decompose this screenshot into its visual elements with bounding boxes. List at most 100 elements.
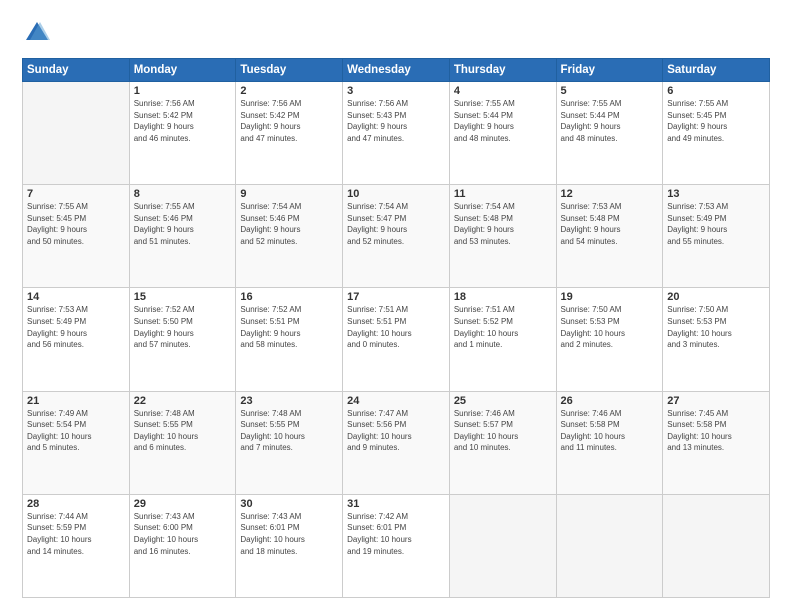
day-cell: 20Sunrise: 7:50 AM Sunset: 5:53 PM Dayli… <box>663 288 770 391</box>
day-info: Sunrise: 7:55 AM Sunset: 5:45 PM Dayligh… <box>27 201 125 247</box>
day-info: Sunrise: 7:42 AM Sunset: 6:01 PM Dayligh… <box>347 511 445 557</box>
day-info: Sunrise: 7:52 AM Sunset: 5:50 PM Dayligh… <box>134 304 232 350</box>
day-number: 25 <box>454 395 552 407</box>
day-number: 17 <box>347 291 445 303</box>
day-cell: 23Sunrise: 7:48 AM Sunset: 5:55 PM Dayli… <box>236 391 343 494</box>
day-info: Sunrise: 7:54 AM Sunset: 5:47 PM Dayligh… <box>347 201 445 247</box>
day-number: 1 <box>134 85 232 97</box>
calendar-table: SundayMondayTuesdayWednesdayThursdayFrid… <box>22 58 770 598</box>
day-cell: 8Sunrise: 7:55 AM Sunset: 5:46 PM Daylig… <box>129 185 236 288</box>
week-row-2: 7Sunrise: 7:55 AM Sunset: 5:45 PM Daylig… <box>23 185 770 288</box>
day-info: Sunrise: 7:56 AM Sunset: 5:42 PM Dayligh… <box>240 98 338 144</box>
day-number: 16 <box>240 291 338 303</box>
day-info: Sunrise: 7:43 AM Sunset: 6:00 PM Dayligh… <box>134 511 232 557</box>
day-cell: 26Sunrise: 7:46 AM Sunset: 5:58 PM Dayli… <box>556 391 663 494</box>
page: SundayMondayTuesdayWednesdayThursdayFrid… <box>0 0 792 612</box>
day-number: 24 <box>347 395 445 407</box>
day-number: 29 <box>134 498 232 510</box>
day-cell: 9Sunrise: 7:54 AM Sunset: 5:46 PM Daylig… <box>236 185 343 288</box>
day-info: Sunrise: 7:55 AM Sunset: 5:44 PM Dayligh… <box>561 98 659 144</box>
day-number: 10 <box>347 188 445 200</box>
day-cell: 29Sunrise: 7:43 AM Sunset: 6:00 PM Dayli… <box>129 494 236 597</box>
day-cell: 12Sunrise: 7:53 AM Sunset: 5:48 PM Dayli… <box>556 185 663 288</box>
day-info: Sunrise: 7:54 AM Sunset: 5:48 PM Dayligh… <box>454 201 552 247</box>
day-number: 7 <box>27 188 125 200</box>
day-info: Sunrise: 7:53 AM Sunset: 5:48 PM Dayligh… <box>561 201 659 247</box>
day-number: 18 <box>454 291 552 303</box>
day-number: 4 <box>454 85 552 97</box>
day-info: Sunrise: 7:50 AM Sunset: 5:53 PM Dayligh… <box>667 304 765 350</box>
day-number: 27 <box>667 395 765 407</box>
week-row-5: 28Sunrise: 7:44 AM Sunset: 5:59 PM Dayli… <box>23 494 770 597</box>
day-header-sunday: Sunday <box>23 59 130 82</box>
day-cell: 7Sunrise: 7:55 AM Sunset: 5:45 PM Daylig… <box>23 185 130 288</box>
day-info: Sunrise: 7:43 AM Sunset: 6:01 PM Dayligh… <box>240 511 338 557</box>
day-number: 12 <box>561 188 659 200</box>
day-cell: 13Sunrise: 7:53 AM Sunset: 5:49 PM Dayli… <box>663 185 770 288</box>
day-number: 15 <box>134 291 232 303</box>
week-row-4: 21Sunrise: 7:49 AM Sunset: 5:54 PM Dayli… <box>23 391 770 494</box>
day-info: Sunrise: 7:46 AM Sunset: 5:57 PM Dayligh… <box>454 408 552 454</box>
day-number: 2 <box>240 85 338 97</box>
day-cell <box>449 494 556 597</box>
header <box>22 18 770 48</box>
day-cell: 10Sunrise: 7:54 AM Sunset: 5:47 PM Dayli… <box>343 185 450 288</box>
day-cell: 22Sunrise: 7:48 AM Sunset: 5:55 PM Dayli… <box>129 391 236 494</box>
logo-icon <box>22 18 52 48</box>
day-number: 3 <box>347 85 445 97</box>
day-cell: 17Sunrise: 7:51 AM Sunset: 5:51 PM Dayli… <box>343 288 450 391</box>
day-cell: 16Sunrise: 7:52 AM Sunset: 5:51 PM Dayli… <box>236 288 343 391</box>
day-info: Sunrise: 7:50 AM Sunset: 5:53 PM Dayligh… <box>561 304 659 350</box>
day-number: 28 <box>27 498 125 510</box>
day-info: Sunrise: 7:55 AM Sunset: 5:46 PM Dayligh… <box>134 201 232 247</box>
day-cell: 15Sunrise: 7:52 AM Sunset: 5:50 PM Dayli… <box>129 288 236 391</box>
day-number: 5 <box>561 85 659 97</box>
day-header-monday: Monday <box>129 59 236 82</box>
day-cell <box>23 82 130 185</box>
day-number: 19 <box>561 291 659 303</box>
day-info: Sunrise: 7:56 AM Sunset: 5:42 PM Dayligh… <box>134 98 232 144</box>
day-info: Sunrise: 7:48 AM Sunset: 5:55 PM Dayligh… <box>240 408 338 454</box>
day-info: Sunrise: 7:54 AM Sunset: 5:46 PM Dayligh… <box>240 201 338 247</box>
day-cell: 1Sunrise: 7:56 AM Sunset: 5:42 PM Daylig… <box>129 82 236 185</box>
day-number: 9 <box>240 188 338 200</box>
day-header-wednesday: Wednesday <box>343 59 450 82</box>
day-info: Sunrise: 7:47 AM Sunset: 5:56 PM Dayligh… <box>347 408 445 454</box>
day-number: 21 <box>27 395 125 407</box>
day-cell: 28Sunrise: 7:44 AM Sunset: 5:59 PM Dayli… <box>23 494 130 597</box>
day-number: 31 <box>347 498 445 510</box>
day-info: Sunrise: 7:45 AM Sunset: 5:58 PM Dayligh… <box>667 408 765 454</box>
day-info: Sunrise: 7:48 AM Sunset: 5:55 PM Dayligh… <box>134 408 232 454</box>
day-header-tuesday: Tuesday <box>236 59 343 82</box>
day-cell: 24Sunrise: 7:47 AM Sunset: 5:56 PM Dayli… <box>343 391 450 494</box>
day-cell: 3Sunrise: 7:56 AM Sunset: 5:43 PM Daylig… <box>343 82 450 185</box>
day-info: Sunrise: 7:46 AM Sunset: 5:58 PM Dayligh… <box>561 408 659 454</box>
day-info: Sunrise: 7:49 AM Sunset: 5:54 PM Dayligh… <box>27 408 125 454</box>
day-cell: 14Sunrise: 7:53 AM Sunset: 5:49 PM Dayli… <box>23 288 130 391</box>
day-number: 13 <box>667 188 765 200</box>
day-info: Sunrise: 7:51 AM Sunset: 5:52 PM Dayligh… <box>454 304 552 350</box>
day-number: 30 <box>240 498 338 510</box>
day-number: 22 <box>134 395 232 407</box>
day-cell: 11Sunrise: 7:54 AM Sunset: 5:48 PM Dayli… <box>449 185 556 288</box>
week-row-3: 14Sunrise: 7:53 AM Sunset: 5:49 PM Dayli… <box>23 288 770 391</box>
day-header-thursday: Thursday <box>449 59 556 82</box>
day-info: Sunrise: 7:44 AM Sunset: 5:59 PM Dayligh… <box>27 511 125 557</box>
day-number: 8 <box>134 188 232 200</box>
day-cell: 27Sunrise: 7:45 AM Sunset: 5:58 PM Dayli… <box>663 391 770 494</box>
day-number: 14 <box>27 291 125 303</box>
day-info: Sunrise: 7:51 AM Sunset: 5:51 PM Dayligh… <box>347 304 445 350</box>
day-cell: 18Sunrise: 7:51 AM Sunset: 5:52 PM Dayli… <box>449 288 556 391</box>
day-cell: 30Sunrise: 7:43 AM Sunset: 6:01 PM Dayli… <box>236 494 343 597</box>
day-cell: 2Sunrise: 7:56 AM Sunset: 5:42 PM Daylig… <box>236 82 343 185</box>
day-info: Sunrise: 7:56 AM Sunset: 5:43 PM Dayligh… <box>347 98 445 144</box>
day-number: 11 <box>454 188 552 200</box>
day-cell <box>663 494 770 597</box>
day-cell: 4Sunrise: 7:55 AM Sunset: 5:44 PM Daylig… <box>449 82 556 185</box>
day-info: Sunrise: 7:52 AM Sunset: 5:51 PM Dayligh… <box>240 304 338 350</box>
day-cell: 19Sunrise: 7:50 AM Sunset: 5:53 PM Dayli… <box>556 288 663 391</box>
days-header-row: SundayMondayTuesdayWednesdayThursdayFrid… <box>23 59 770 82</box>
day-cell: 6Sunrise: 7:55 AM Sunset: 5:45 PM Daylig… <box>663 82 770 185</box>
day-cell: 21Sunrise: 7:49 AM Sunset: 5:54 PM Dayli… <box>23 391 130 494</box>
day-number: 6 <box>667 85 765 97</box>
